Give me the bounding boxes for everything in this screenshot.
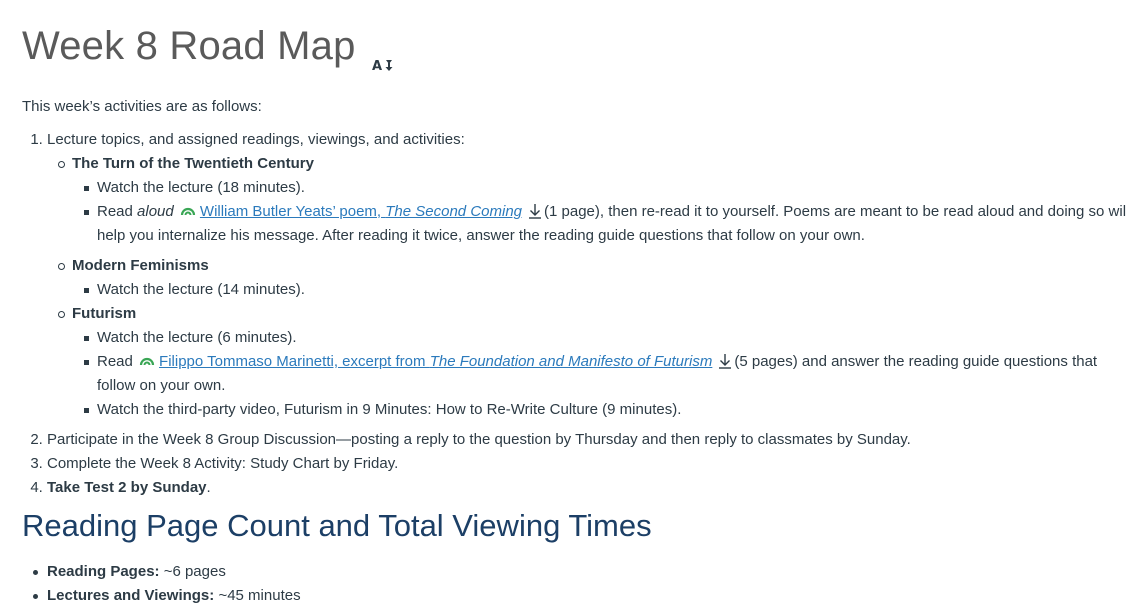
summary-item: Lectures and Viewings: ~45 minutes [33,584,301,608]
task-item: Read Filippo Tommaso Marinetti, excerpt … [84,350,1126,398]
activity-text: Participate in the Week 8 Group Discussi… [47,431,911,448]
topic-item: Futurism Watch the lecture (6 minutes). … [58,302,1126,422]
activity-item-test: Take Test 2 by Sunday. [47,476,1126,500]
summary-value: ~45 minutes [214,587,301,604]
svg-text:A: A [372,59,382,73]
task-read-label: Read [97,203,138,220]
summary-label: Lectures and Viewings: [47,587,215,604]
link-text: Filippo Tommaso Marinetti, excerpt from [159,353,430,370]
topic-title: The Turn of the Twentieth Century [72,155,314,172]
task-text: Watch the lecture (14 minutes). [97,281,305,298]
topic-list: The Turn of the Twentieth Century Watch … [47,152,1126,422]
download-icon[interactable] [718,353,732,369]
page-title-text: Week 8 Road Map [22,24,356,68]
task-item: Watch the third-party video, Futurism in… [84,398,1126,422]
activity-text: Complete the Week 8 Activity: Study Char… [47,455,399,472]
activity-item-discussion: Participate in the Week 8 Group Discussi… [47,428,1126,452]
activities-list: Lecture topics, and assigned readings, v… [22,128,1126,500]
activity-bold-text: Take Test 2 by Sunday [47,479,207,496]
task-item: Read aloud William Butler Yeats’ poem, T… [84,200,1126,248]
section-heading: Reading Page Count and Total Viewing Tim… [22,508,652,543]
topic-item: Modern Feminisms Watch the lecture (14 m… [58,254,1126,302]
task-emphasis: aloud [137,203,174,220]
task-item: Watch the lecture (14 minutes). [84,278,1126,302]
task-read-label: Read [97,353,138,370]
summary-list: Reading Pages: ~6 pages Lectures and Vie… [22,560,301,608]
task-list: Watch the lecture (6 minutes). Read Fili… [72,326,1126,422]
task-item: Watch the lecture (6 minutes). [84,326,1126,350]
cloud-icon [180,200,196,216]
summary-label: Reading Pages: [47,563,160,580]
yeats-poem-link[interactable]: William Butler Yeats’ poem, The Second C… [200,203,522,220]
task-text: Watch the third-party video, Futurism in… [97,401,682,418]
link-text: William Butler Yeats’ poem, [199,203,386,220]
topic-item: The Turn of the Twentieth Century Watch … [58,152,1126,248]
task-list: Watch the lecture (18 minutes). Read alo… [72,176,1126,248]
activity-item-lectures: Lecture topics, and assigned readings, v… [47,128,1126,422]
activity-item-study-chart: Complete the Week 8 Activity: Study Char… [47,452,1126,476]
topic-title: Modern Feminisms [72,257,209,274]
activity-text: Lecture topics, and assigned readings, v… [47,131,465,148]
task-text: Watch the lecture (6 minutes). [97,329,297,346]
task-list: Watch the lecture (14 minutes). [72,278,1126,302]
immersive-reader-icon[interactable]: A [372,38,396,74]
link-title: The Foundation and Manifesto of Futurism [429,353,713,370]
download-icon[interactable] [528,203,542,219]
page-title: Week 8 Road Map A [22,24,396,74]
task-item: Watch the lecture (18 minutes). [84,176,1126,200]
topic-title: Futurism [72,305,137,322]
marinetti-manifesto-link[interactable]: Filippo Tommaso Marinetti, excerpt from … [159,353,712,370]
cloud-icon [139,350,155,366]
link-title: The Second Coming [385,203,523,220]
activity-text: . [206,479,211,496]
summary-value: ~6 pages [159,563,226,580]
task-text: Watch the lecture (18 minutes). [97,179,305,196]
intro-text: This week’s activities are as follows: [22,98,262,115]
summary-item: Reading Pages: ~6 pages [33,560,301,584]
